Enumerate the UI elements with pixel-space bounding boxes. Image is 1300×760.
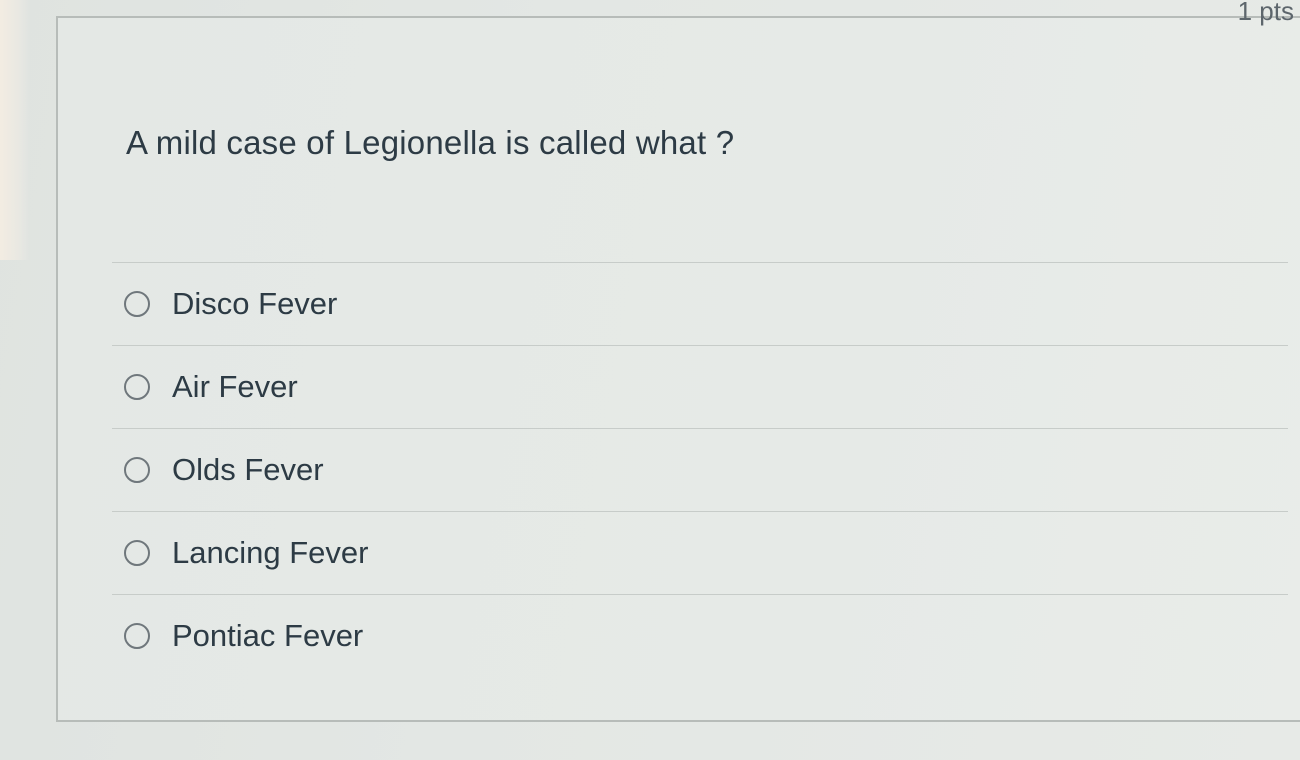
answer-option-pontiac-fever[interactable]: Pontiac Fever — [112, 594, 1288, 677]
screen-glare — [0, 0, 30, 260]
answer-label[interactable]: Olds Fever — [172, 452, 324, 488]
answer-label[interactable]: Lancing Fever — [172, 535, 368, 571]
radio-button[interactable] — [124, 457, 150, 483]
radio-button[interactable] — [124, 291, 150, 317]
radio-button[interactable] — [124, 374, 150, 400]
answer-label[interactable]: Air Fever — [172, 369, 298, 405]
question-text: A mild case of Legionella is called what… — [126, 124, 735, 161]
answer-option-disco-fever[interactable]: Disco Fever — [112, 262, 1288, 345]
points-label: 1 pts — [1237, 0, 1294, 26]
answer-label[interactable]: Disco Fever — [172, 286, 337, 322]
answer-option-olds-fever[interactable]: Olds Fever — [112, 428, 1288, 511]
answer-option-air-fever[interactable]: Air Fever — [112, 345, 1288, 428]
answer-option-lancing-fever[interactable]: Lancing Fever — [112, 511, 1288, 594]
radio-button[interactable] — [124, 623, 150, 649]
answer-label[interactable]: Pontiac Fever — [172, 618, 363, 654]
radio-button[interactable] — [124, 540, 150, 566]
answer-list: Disco Fever Air Fever Olds Fever Lancing… — [112, 262, 1288, 677]
